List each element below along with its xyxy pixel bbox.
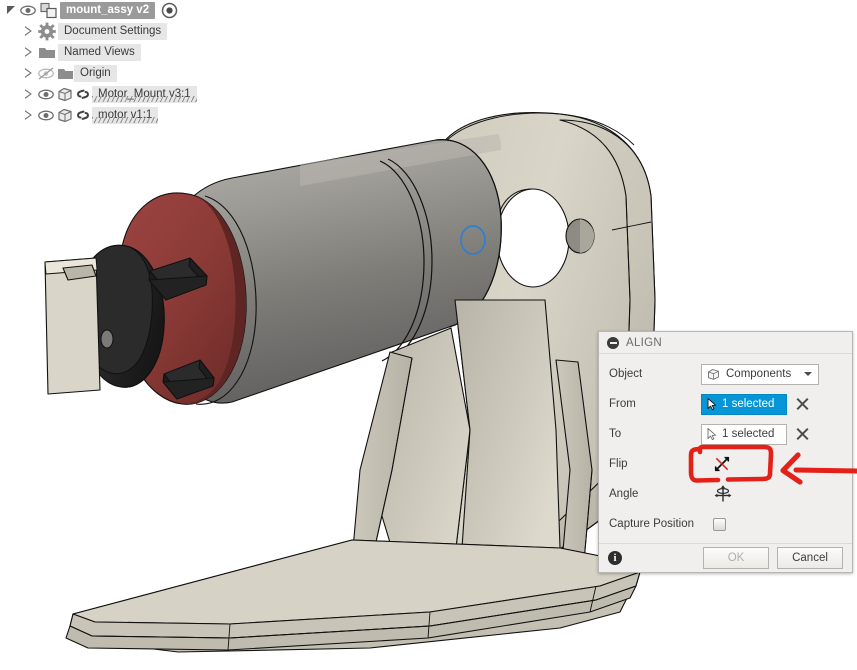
chevron-down-icon[interactable] — [804, 372, 812, 376]
component-icon — [56, 84, 74, 105]
browser-item-motor[interactable]: motor v1:1 — [0, 105, 240, 126]
field-row-from: From 1 selected — [599, 389, 852, 419]
to-clear-close-icon[interactable] — [796, 428, 809, 441]
grounded-hatch-indicator — [92, 96, 197, 102]
object-dropdown[interactable]: Components — [701, 363, 819, 385]
to-label: To — [609, 428, 622, 440]
field-row-flip: Flip — [599, 449, 852, 479]
component-icon — [56, 105, 74, 126]
triangle-collapsed-icon[interactable] — [22, 63, 36, 84]
browser-tree[interactable]: mount_assy v2 Document Settings Named Vi… — [0, 0, 240, 126]
eye-icon[interactable] — [36, 84, 56, 105]
flip-label: Flip — [609, 458, 628, 470]
folder-icon — [36, 42, 58, 63]
cursor-arrow-icon — [706, 427, 718, 441]
active-component-icon[interactable] — [160, 0, 182, 21]
info-icon[interactable]: i — [608, 551, 622, 565]
object-value: Components — [726, 368, 792, 380]
ok-button[interactable]: OK — [703, 547, 769, 569]
dialog-title-bar[interactable]: ALIGN — [599, 332, 852, 354]
capture-position-checkbox[interactable] — [713, 517, 726, 531]
browser-item-origin[interactable]: Origin — [0, 63, 240, 84]
to-value: 1 selected — [722, 428, 775, 440]
capture-position-label: Capture Position — [609, 518, 695, 530]
collapse-icon[interactable] — [607, 336, 619, 349]
field-row-object: Object Components — [599, 359, 852, 389]
browser-item-named-views[interactable]: Named Views — [0, 42, 240, 63]
browser-item-motor-mount[interactable]: Motor_Mount v3:1 — [0, 84, 240, 105]
align-dialog[interactable]: ALIGN Object Components From 1 selected … — [598, 331, 853, 573]
assembly-icon — [38, 0, 60, 21]
dialog-title: ALIGN — [626, 336, 663, 349]
object-label: Object — [609, 368, 643, 380]
cancel-button[interactable]: Cancel — [777, 547, 843, 569]
field-row-angle: Angle — [599, 479, 852, 509]
browser-item-label[interactable]: Named Views — [58, 44, 141, 61]
browser-root-label[interactable]: mount_assy v2 — [60, 2, 156, 19]
triangle-collapsed-icon[interactable] — [22, 84, 36, 105]
fusion-360-window: mount_assy v2 Document Settings Named Vi… — [0, 0, 857, 670]
dialog-body: Object Components From 1 selected To 1 s… — [599, 354, 852, 543]
browser-root-row[interactable]: mount_assy v2 — [0, 0, 240, 21]
grounded-hatch-indicator — [92, 117, 159, 123]
cursor-arrow-icon — [706, 397, 718, 411]
triangle-collapsed-icon[interactable] — [22, 42, 36, 63]
from-selection-button[interactable]: 1 selected — [701, 393, 787, 415]
linked-icon — [74, 105, 92, 126]
rotate-move-icon[interactable] — [713, 484, 733, 504]
from-value: 1 selected — [722, 398, 775, 410]
from-clear-close-icon[interactable] — [796, 398, 809, 411]
from-label: From — [609, 398, 636, 410]
field-row-capture-position: Capture Position — [599, 509, 852, 539]
eye-hidden-icon[interactable] — [36, 63, 56, 84]
to-selection-button[interactable]: 1 selected — [701, 423, 787, 445]
browser-item-label[interactable]: Document Settings — [58, 23, 168, 40]
folder-icon — [56, 63, 74, 84]
dialog-footer: i OK Cancel — [599, 543, 852, 572]
triangle-expanded-icon[interactable] — [4, 0, 18, 21]
linked-icon — [74, 84, 92, 105]
triangle-collapsed-icon[interactable] — [22, 105, 36, 126]
field-row-to: To 1 selected — [599, 419, 852, 449]
cube-icon — [706, 367, 721, 382]
browser-item-document-settings[interactable]: Document Settings — [0, 21, 240, 42]
triangle-collapsed-icon[interactable] — [22, 21, 36, 42]
eye-icon[interactable] — [36, 105, 56, 126]
browser-item-label[interactable]: Origin — [74, 65, 117, 82]
gear-icon — [36, 21, 58, 42]
flip-disabled-icon[interactable] — [713, 455, 731, 473]
eye-icon[interactable] — [18, 0, 38, 21]
angle-label: Angle — [609, 488, 639, 500]
